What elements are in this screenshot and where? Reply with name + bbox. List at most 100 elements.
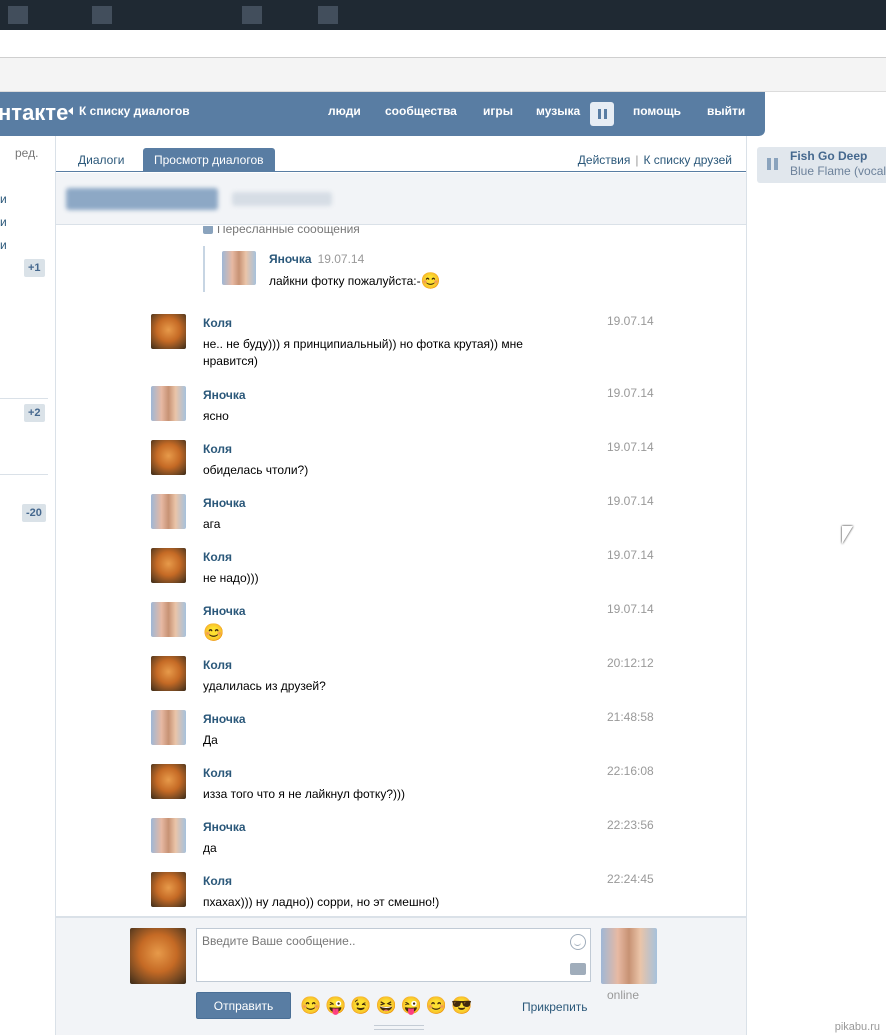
emoji-laugh[interactable]: 😆 [376, 997, 397, 1015]
counter-badge[interactable]: +1 [24, 259, 45, 277]
message-row[interactable]: Коля обиделась чтоли?) 19.07.14 [151, 440, 671, 488]
emoji-crazy[interactable]: 😜 [401, 997, 422, 1015]
message-row[interactable]: Коля изза того что я не лайкнул фотку?)))… [151, 764, 671, 812]
message-author[interactable]: Коля [203, 766, 232, 780]
counter-badge[interactable]: +2 [24, 404, 45, 422]
message-time[interactable]: 19.07.14 [607, 440, 654, 454]
forwarded-author[interactable]: Яночка [269, 252, 312, 266]
message-row[interactable]: Яночка 😊 19.07.14 [151, 602, 671, 650]
message-input[interactable] [197, 929, 557, 979]
actions-link[interactable]: Действия [578, 153, 631, 167]
nav-communities[interactable]: сообщества [385, 104, 457, 118]
back-to-dialogs-link[interactable]: К списку диалогов [68, 104, 190, 118]
message-time[interactable]: 21:48:58 [607, 710, 654, 724]
smile-emoji: 😊 [420, 273, 441, 290]
emoji-bar: 😊 😜 😉 😆 😜 😊 😎 [300, 997, 472, 1015]
my-avatar[interactable] [130, 928, 186, 984]
tab-favicon [8, 6, 28, 24]
message-row[interactable]: Коля пхахах))) ну ладно)) сорри, но эт см… [151, 872, 671, 916]
message-row[interactable]: Коля удалилась из друзей? 20:12:12 [151, 656, 671, 704]
separator: | [635, 153, 639, 167]
nav-help[interactable]: помощь [633, 104, 681, 118]
browser-toolbar [0, 58, 886, 92]
audio-player-widget[interactable]: Fish Go Deep Blue Flame (vocal [757, 147, 886, 183]
avatar[interactable] [151, 872, 186, 907]
message-author[interactable]: Яночка [203, 388, 246, 402]
avatar[interactable] [151, 602, 186, 637]
message-row[interactable]: Яночка Да 21:48:58 [151, 710, 671, 758]
mouse-cursor-icon [842, 526, 853, 544]
message-time[interactable]: 19.07.14 [607, 548, 654, 562]
message-row[interactable]: Яночка ага 19.07.14 [151, 494, 671, 542]
message-author[interactable]: Коля [203, 316, 232, 330]
site-header: нтакте К списку диалогов люди сообщества… [0, 92, 765, 136]
message-row[interactable]: Яночка ясно 19.07.14 [151, 386, 671, 434]
avatar[interactable] [151, 548, 186, 583]
emoji-wink[interactable]: 😉 [350, 997, 371, 1015]
smile-icon[interactable] [570, 934, 586, 950]
avatar[interactable] [151, 764, 186, 799]
message-time[interactable]: 20:12:12 [607, 656, 654, 670]
message-text: не надо))) [203, 571, 259, 585]
audio-artist[interactable]: Fish Go Deep [790, 149, 867, 163]
message-row[interactable]: Яночка да 22:23:56 [151, 818, 671, 866]
message-author[interactable]: Коля [203, 874, 232, 888]
blurred-participant[interactable] [66, 188, 218, 210]
tab-dialogs[interactable]: Диалоги [78, 148, 124, 172]
message-history[interactable]: Пересланные сообщения Яночка 19.07.14 лай… [56, 226, 746, 916]
message-author[interactable]: Яночка [203, 604, 246, 618]
message-author[interactable]: Яночка [203, 712, 246, 726]
message-author[interactable]: Яночка [203, 820, 246, 834]
sidebar-item[interactable]: и [0, 215, 7, 229]
avatar[interactable] [151, 386, 186, 421]
avatar[interactable] [151, 818, 186, 853]
friends-list-link[interactable]: К списку друзей [643, 153, 732, 167]
avatar[interactable] [151, 656, 186, 691]
forwarded-message: Яночка 19.07.14 лайкни фотку пожалуйста:-… [203, 246, 503, 292]
avatar[interactable] [222, 251, 256, 285]
emoji-sunglasses[interactable]: 😎 [451, 997, 472, 1015]
avatar[interactable] [151, 440, 186, 475]
message-time[interactable]: 19.07.14 [607, 602, 654, 616]
emoji-tongue[interactable]: 😜 [325, 997, 346, 1015]
pause-icon[interactable] [767, 158, 778, 170]
blurred-participant[interactable] [232, 192, 332, 206]
message-time[interactable]: 22:23:56 [607, 818, 654, 832]
nav-games[interactable]: игры [483, 104, 513, 118]
message-author[interactable]: Яночка [203, 496, 246, 510]
interlocutor-avatar[interactable] [601, 928, 657, 984]
message-time[interactable]: 22:16:08 [607, 764, 654, 778]
message-time[interactable]: 22:24:45 [607, 872, 654, 886]
message-text: удалилась из друзей? [203, 679, 326, 693]
attach-link[interactable]: Прикрепить [522, 1000, 588, 1014]
site-logo[interactable]: нтакте [0, 100, 68, 126]
tab-view-dialogs[interactable]: Просмотр диалогов [143, 148, 275, 172]
avatar[interactable] [151, 314, 186, 349]
message-time[interactable]: 19.07.14 [607, 314, 654, 328]
sidebar-item[interactable]: и [0, 192, 7, 206]
counter-badge[interactable]: -20 [22, 504, 46, 522]
nav-people[interactable]: люди [328, 104, 361, 118]
message-time[interactable]: 19.07.14 [607, 386, 654, 400]
message-author[interactable]: Коля [203, 658, 232, 672]
nav-music[interactable]: музыка [536, 104, 580, 118]
message-author[interactable]: Коля [203, 550, 232, 564]
divider [0, 398, 48, 399]
camera-icon[interactable] [570, 963, 586, 975]
message-row[interactable]: Коля не.. не буду))) я принципиальный)) н… [151, 314, 671, 380]
nav-logout[interactable]: выйти [707, 104, 745, 118]
message-time[interactable]: 19.07.14 [607, 494, 654, 508]
emoji-blush[interactable]: 😊 [426, 997, 447, 1015]
browser-address-bar[interactable] [0, 30, 886, 58]
music-pause-button[interactable] [590, 102, 614, 126]
avatar[interactable] [151, 494, 186, 529]
resize-handle[interactable] [374, 1025, 424, 1030]
send-button[interactable]: Отправить [196, 992, 291, 1019]
edit-link[interactable]: ред. [15, 146, 38, 160]
sidebar-item[interactable]: и [0, 238, 7, 252]
emoji-smile[interactable]: 😊 [300, 997, 321, 1015]
avatar[interactable] [151, 710, 186, 745]
message-author[interactable]: Коля [203, 442, 232, 456]
message-text: не.. не буду))) я принципиальный)) но фо… [203, 337, 523, 368]
message-row[interactable]: Коля не надо))) 19.07.14 [151, 548, 671, 596]
